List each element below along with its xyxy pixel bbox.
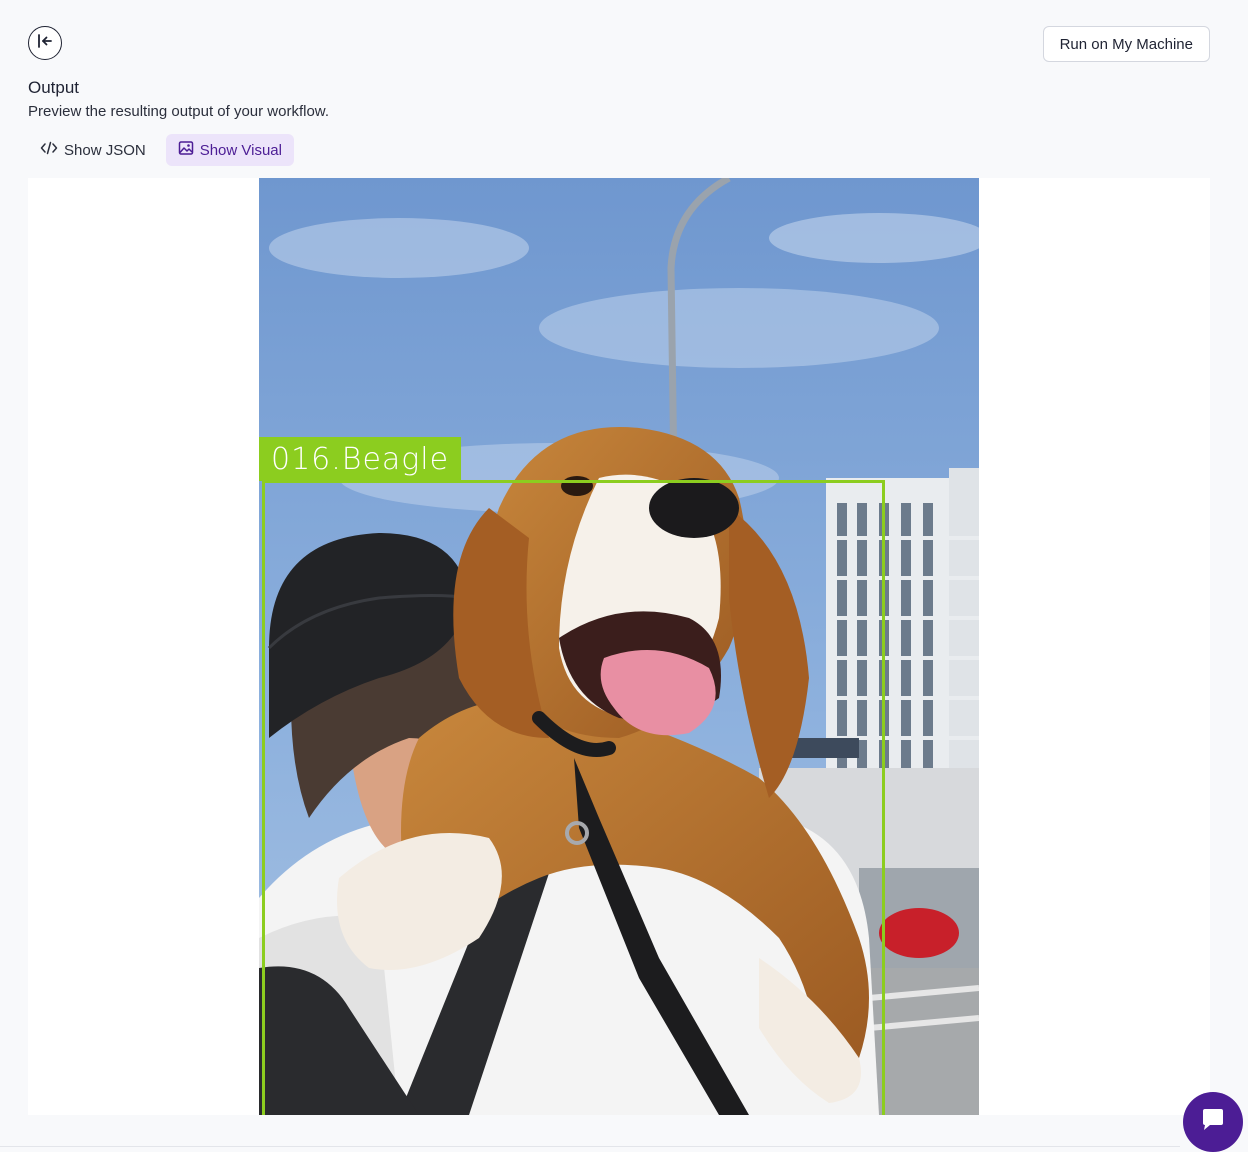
tab-show-json-label: Show JSON xyxy=(64,141,146,159)
collapse-left-icon xyxy=(36,32,54,55)
tab-show-visual-label: Show Visual xyxy=(199,141,282,159)
output-subtitle: Preview the resulting output of your wor… xyxy=(28,103,329,120)
visual-output-panel: 016.Beagle xyxy=(28,178,1210,1115)
detection-label: 016.Beagle xyxy=(259,437,462,481)
output-title: Output xyxy=(28,78,80,97)
tab-show-visual[interactable]: Show Visual xyxy=(165,134,294,166)
run-on-my-machine-button[interactable]: Run on My Machine xyxy=(1042,26,1210,62)
code-icon xyxy=(40,140,58,160)
workflow-output-page: Run on My Machine Output Preview the res… xyxy=(0,0,1248,1152)
image-icon xyxy=(178,140,194,160)
output-image: 016.Beagle xyxy=(259,178,979,1115)
detection-bounding-box xyxy=(262,480,885,1115)
tab-show-json[interactable]: Show JSON xyxy=(28,134,158,166)
run-button-label: Run on My Machine xyxy=(1059,35,1193,53)
chat-support-button[interactable] xyxy=(1183,1092,1243,1152)
divider xyxy=(0,1146,1180,1147)
output-view-tabs: Show JSON Show Visual xyxy=(28,134,294,166)
collapse-panel-button[interactable] xyxy=(28,26,62,60)
chat-bubble-icon xyxy=(1199,1106,1227,1139)
